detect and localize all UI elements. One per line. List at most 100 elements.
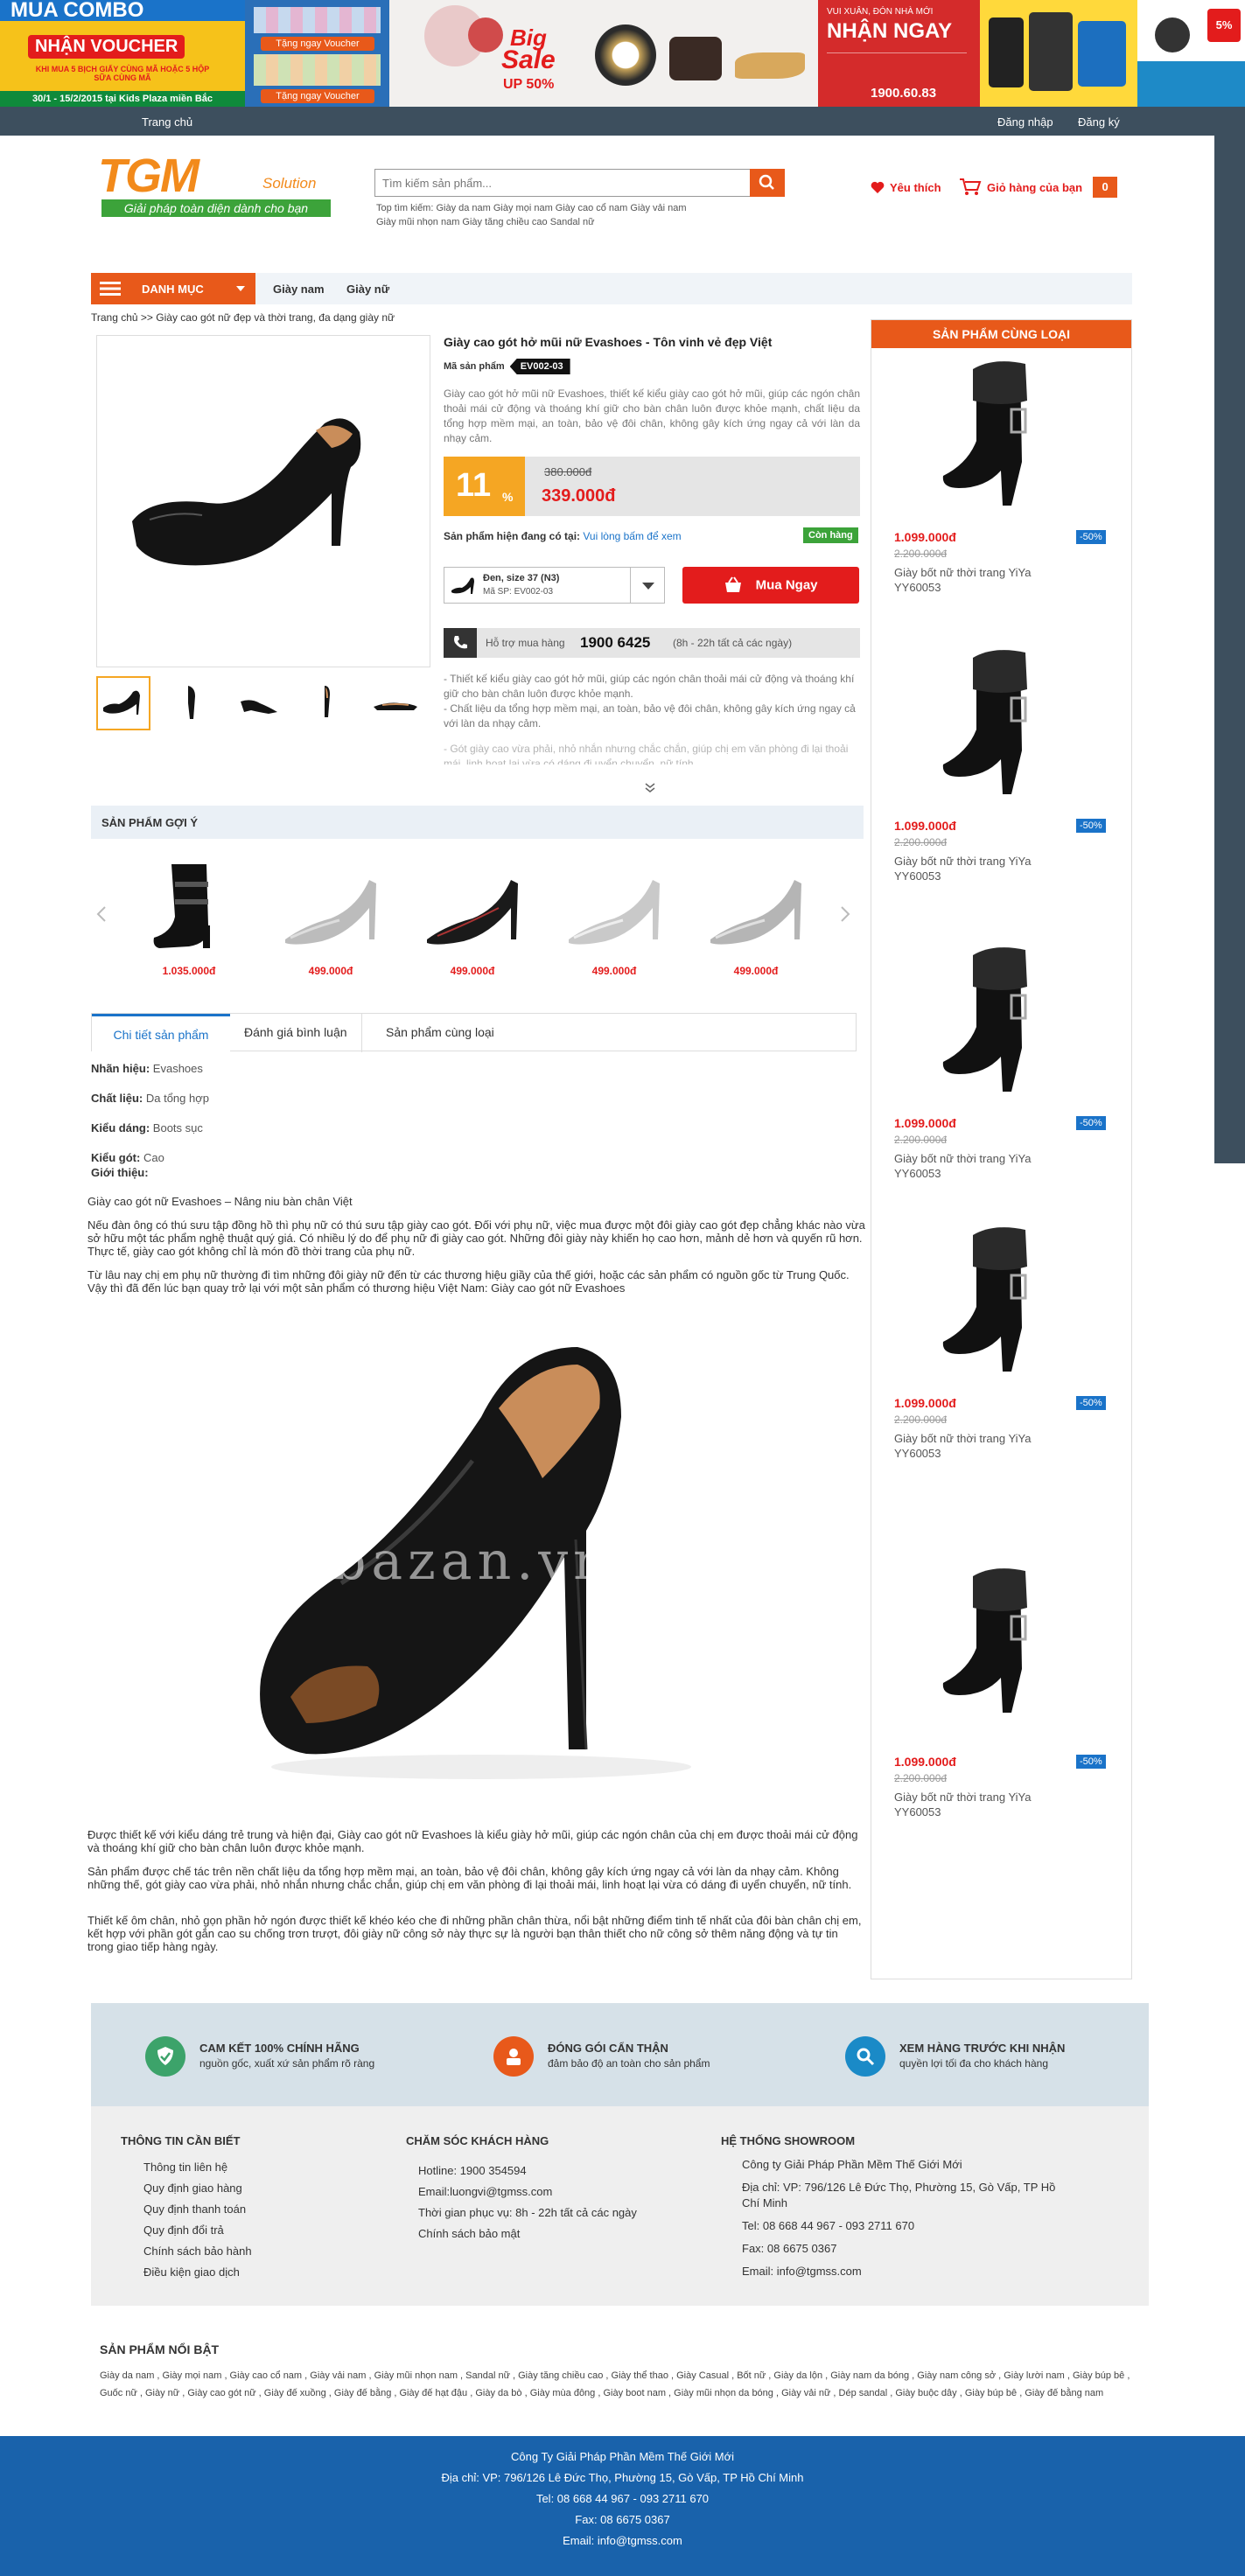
promo-banner-new-home[interactable]: VUI XUÂN, ĐÓN NHÀ MỚI NHẬN NGAY 1900.60.… (818, 0, 980, 107)
top-search-line-1[interactable]: Top tìm kiếm: Giày da nam Giày mọi nam G… (376, 203, 687, 213)
variant-dropdown-toggle[interactable] (630, 568, 665, 603)
suggest-heading: SẢN PHẨM GỢI Ý (101, 816, 199, 829)
variant-select[interactable]: Đen, size 37 (N3) Mã SP: EV002-03 (444, 567, 665, 604)
buy-now-button[interactable]: Mua Ngay (682, 567, 859, 604)
sidebar-old-price: 2.200.000đ (894, 836, 948, 848)
cart-icon (960, 178, 982, 195)
footer-link[interactable]: Quy định đổi trả (143, 2220, 252, 2241)
footer-text: Địa chỉ: VP: 796/126 Lê Đức Thọ, Phường … (742, 2181, 1056, 2209)
footer-text[interactable]: Email: info@tgmss.com (742, 2264, 1074, 2279)
discount-badge: 11 % (444, 457, 525, 516)
sidebar-product-name[interactable]: Giày bốt nữ thời trang YiYa YY60053 (894, 1151, 1052, 1181)
product-main-image[interactable] (96, 335, 430, 667)
sidebar-product[interactable]: 1.099.000đ -50% 2.200.000đ Giày bốt nữ t… (871, 644, 1131, 932)
sidebar-product[interactable]: 1.099.000đ -50% 2.200.000đ Giày bốt nữ t… (871, 1562, 1131, 1851)
article-p6: Thiết kế ôm chân, nhỏ gọn phần hở ngón đ… (87, 1914, 862, 1953)
promo-banner-combo[interactable]: MUA COMBO NHẬN VOUCHER KHI MUA 5 BỊCH GI… (0, 0, 245, 107)
thumb-shoe-icon (325, 686, 330, 717)
wishlist-link[interactable]: Yêu thích (871, 181, 941, 194)
suggest-item[interactable]: 499.000đ (420, 855, 525, 977)
spec-intro: Giới thiệu: (91, 1166, 149, 1179)
tab-product-details[interactable]: Chi tiết sản phẩm (92, 1014, 230, 1052)
current-price: 339.000đ (542, 486, 616, 506)
sidebar-product[interactable]: 1.099.000đ -50% 2.200.000đ Giày bốt nữ t… (871, 355, 1131, 644)
footer-link[interactable]: Quy định giao hàng (143, 2178, 252, 2199)
search-button[interactable] (750, 169, 785, 197)
site-logo[interactable]: TGM Solution Giải pháp toàn diện dành ch… (98, 149, 334, 219)
packaging-icon (493, 2036, 534, 2077)
cart-link[interactable]: Giỏ hàng của bạn 0 (959, 177, 1118, 198)
footer-link[interactable]: Chính sách bảo hành (143, 2241, 252, 2262)
hotline-number[interactable]: 1900 6425 (580, 634, 650, 652)
magnifier-icon (857, 2048, 875, 2066)
nav-item-women-shoes[interactable]: Giày nữ (346, 283, 389, 296)
promo-banner-voucher[interactable]: Tặng ngay Voucher Tặng ngay Voucher (245, 0, 389, 107)
wishlist-label: Yêu thích (890, 181, 941, 194)
product-tabs: Chi tiết sản phẩm Đánh giá bình luận Sản… (91, 1013, 857, 1052)
product-thumb-3[interactable] (233, 676, 287, 730)
sidebar-product-name[interactable]: Giày bốt nữ thời trang YiYa YY60053 (894, 565, 1052, 595)
sidebar-product[interactable]: 1.099.000đ -50% 2.200.000đ Giày bốt nữ t… (871, 941, 1131, 1230)
login-link[interactable]: Đăng nhập (997, 115, 1053, 129)
spec-value: Da tổng hợp (145, 1092, 209, 1105)
watch-image (595, 24, 656, 86)
footer-link[interactable]: Điều kiện giao dịch (143, 2262, 252, 2283)
sidebar-product-name[interactable]: Giày bốt nữ thời trang YiYa YY60053 (894, 1431, 1052, 1461)
footer-col1-list: Thông tin liên hệ Quy định giao hàng Quy… (143, 2157, 252, 2283)
featured-products-tags[interactable]: Giày da nam , Giày mọi nam , Giày cao cổ… (100, 2367, 1141, 2402)
spec-label: Chất liệu: (91, 1092, 143, 1105)
footer-text[interactable]: Email:luongvi@tgmss.com (418, 2182, 637, 2203)
commitment-title: XEM HÀNG TRƯỚC KHI NHẬN (899, 2042, 1066, 2055)
tab-reviews[interactable]: Đánh giá bình luận (230, 1014, 362, 1052)
suggest-heel-image (569, 880, 660, 945)
product-thumb-1[interactable] (96, 676, 150, 730)
discount-value: 11 (456, 467, 492, 504)
search-input[interactable] (375, 170, 743, 196)
spec-label: Kiểu gót: (91, 1151, 141, 1164)
promo-banner-big-sale[interactable]: Big Sale UP 50% (389, 0, 818, 107)
category-menu-button[interactable]: DANH MỤC (91, 273, 255, 304)
tab-related-products[interactable]: Sản phẩm cùng loại (372, 1014, 508, 1052)
product-thumb-5[interactable] (369, 676, 423, 730)
breadcrumb[interactable]: Trang chủ >> Giày cao gót nữ đẹp và thời… (91, 311, 395, 324)
sidebar-discount-badge: -50% (1076, 1755, 1106, 1769)
bottom-company-bar: Công Ty Giải Pháp Phần Mềm Thế Giới Mới … (0, 2436, 1245, 2576)
sidebar-product-name[interactable]: Giày bốt nữ thời trang YiYa YY60053 (894, 1790, 1052, 1819)
logo-text: TGM (98, 150, 199, 202)
promo-subtitle: NHẬN VOUCHER (28, 35, 185, 59)
logo-tagline: Giải pháp toàn diện dành cho bạn (101, 199, 331, 217)
commitment-sub: đảm bảo độ an toàn cho sản phẩm (548, 2057, 710, 2070)
product-thumb-4[interactable] (301, 676, 355, 730)
footer-link[interactable]: Quy định thanh toán (143, 2199, 252, 2220)
company-email[interactable]: Email: info@tgmss.com (0, 2531, 1245, 2552)
promo-banner-5-percent[interactable]: 5% (1137, 0, 1245, 107)
suggest-item[interactable]: 499.000đ (703, 855, 808, 977)
logo-suffix: Solution (262, 175, 317, 192)
new-home-small: VUI XUÂN, ĐÓN NHÀ MỚI (827, 7, 934, 17)
suggest-item[interactable]: 1.035.000đ (136, 855, 241, 977)
sidebar-product[interactable]: 1.099.000đ -50% 2.200.000đ Giày bốt nữ t… (871, 1221, 1131, 1510)
product-thumb-2[interactable] (164, 676, 219, 730)
expand-more-icon[interactable] (644, 781, 656, 793)
spec-brand: Nhãn hiệu: Evashoes (91, 1062, 203, 1075)
carousel-prev-icon[interactable] (96, 905, 107, 923)
sidebar-discount-badge: -50% (1076, 819, 1106, 833)
nav-home-link[interactable]: Trang chủ (142, 115, 192, 129)
availability-row: Sản phẩm hiện đang có tại: Vui lòng bấm … (444, 530, 682, 542)
suggest-item[interactable]: 499.000đ (562, 855, 667, 977)
sidebar-boot-image (942, 1568, 1027, 1713)
suggest-item[interactable]: 499.000đ (278, 855, 383, 977)
register-link[interactable]: Đăng ký (1078, 115, 1120, 129)
discount-unit: % (502, 490, 514, 504)
thumb-shoe-icon (374, 702, 417, 710)
sidebar-product-name[interactable]: Giày bốt nữ thời trang YiYa YY60053 (894, 854, 1052, 883)
related-products-sidebar: SẢN PHẨM CÙNG LOẠI 1.099.000đ -50% 2.200… (871, 319, 1132, 1979)
nav-item-men-shoes[interactable]: Giày nam (273, 283, 325, 296)
availability-link[interactable]: Vui lòng bấm để xem (583, 530, 681, 542)
sidebar-old-price: 2.200.000đ (894, 1772, 948, 1784)
footer-link[interactable]: Thông tin liên hệ (143, 2157, 252, 2178)
promo-banner-devices[interactable] (980, 0, 1137, 107)
top-search-line-2[interactable]: Giày mũi nhọn nam Giày tăng chiều cao Sa… (376, 217, 595, 227)
footer-link[interactable]: Chính sách bảo mật (418, 2223, 637, 2244)
carousel-next-icon[interactable] (840, 905, 850, 923)
